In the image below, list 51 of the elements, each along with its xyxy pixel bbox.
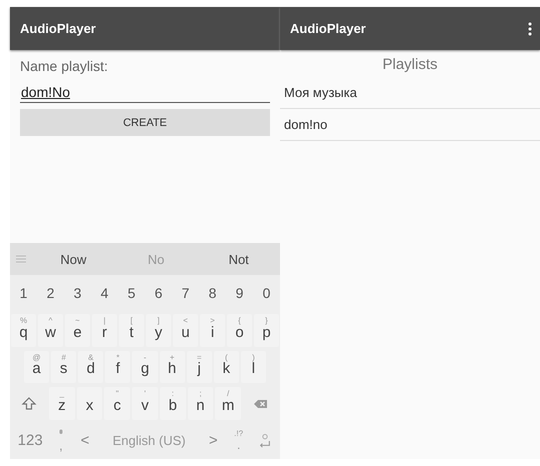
keyboard-key[interactable]: / m (215, 387, 242, 420)
name-input-field[interactable]: dom!No (20, 76, 270, 103)
number-key[interactable]: 8 (199, 285, 226, 302)
create-button[interactable]: CREATE (20, 109, 270, 136)
suggestion[interactable]: Not (197, 252, 280, 266)
field-label: Name playlist: (20, 58, 109, 74)
keyboard-key[interactable]: x (76, 387, 102, 420)
playlist-item[interactable]: Моя музыка (280, 77, 540, 109)
app-title: AudioPlayer (290, 21, 366, 36)
keyboard-key[interactable]: > i (200, 314, 225, 347)
number-key[interactable]: 3 (64, 285, 91, 302)
suggestion[interactable]: Now (32, 252, 115, 266)
number-key[interactable]: 5 (118, 285, 145, 302)
keyboard-key[interactable]: ] y (146, 314, 171, 347)
keyboard-key[interactable]: % q (11, 314, 36, 347)
keyboard-key[interactable]: = j (186, 350, 212, 384)
number-key[interactable]: 6 (145, 285, 172, 302)
keyboard-key[interactable]: + h (160, 350, 185, 384)
keyboard-key[interactable]: ) l (240, 350, 266, 384)
keyboard-key[interactable]: { o (227, 314, 252, 347)
number-key[interactable]: 1 (10, 285, 37, 302)
number-key[interactable]: 4 (91, 285, 118, 302)
keyboard-key[interactable]: * f (105, 350, 130, 384)
number-key[interactable]: 0 (253, 285, 280, 302)
keyboard-key[interactable]: < u (173, 314, 198, 347)
keyboard-key[interactable]: [ t (119, 314, 144, 347)
keyboard-key[interactable]: @ a (24, 350, 50, 384)
app-title: AudioPlayer (20, 21, 96, 36)
keyboard-key[interactable]: & d (78, 350, 104, 384)
overflow-menu-icon[interactable] (528, 22, 532, 36)
keyboard-key[interactable]: " c (104, 387, 130, 420)
playlists-heading: Playlists (381, 55, 438, 75)
left-arrow: < (80, 432, 90, 450)
keyboard-key[interactable]: - g (132, 350, 158, 384)
keyboard-key[interactable]: : b (160, 387, 186, 420)
playlist-item[interactable]: dom!no (280, 109, 540, 141)
keyboard-key[interactable]: ( k (214, 350, 239, 384)
keyboard-key[interactable]: ~ e (65, 314, 90, 347)
number-key[interactable]: 9 (226, 285, 253, 302)
right-arrow: > (208, 432, 218, 450)
number-key[interactable]: 7 (172, 285, 199, 302)
keyboard-key[interactable]: _ z (49, 387, 75, 420)
keyboard-key[interactable]: ; n (188, 387, 214, 420)
keyboard-key[interactable]: ' v (132, 387, 158, 420)
shift-icon (21, 396, 37, 412)
space-label: English (US) (112, 433, 186, 448)
keyboard-key[interactable]: ^ w (38, 314, 63, 347)
keyboard-key[interactable]: | r (92, 314, 117, 347)
keyboard-key[interactable]: # s (51, 350, 76, 384)
keyboard-key[interactable]: } p (254, 314, 279, 347)
number-key[interactable]: 2 (37, 285, 64, 302)
